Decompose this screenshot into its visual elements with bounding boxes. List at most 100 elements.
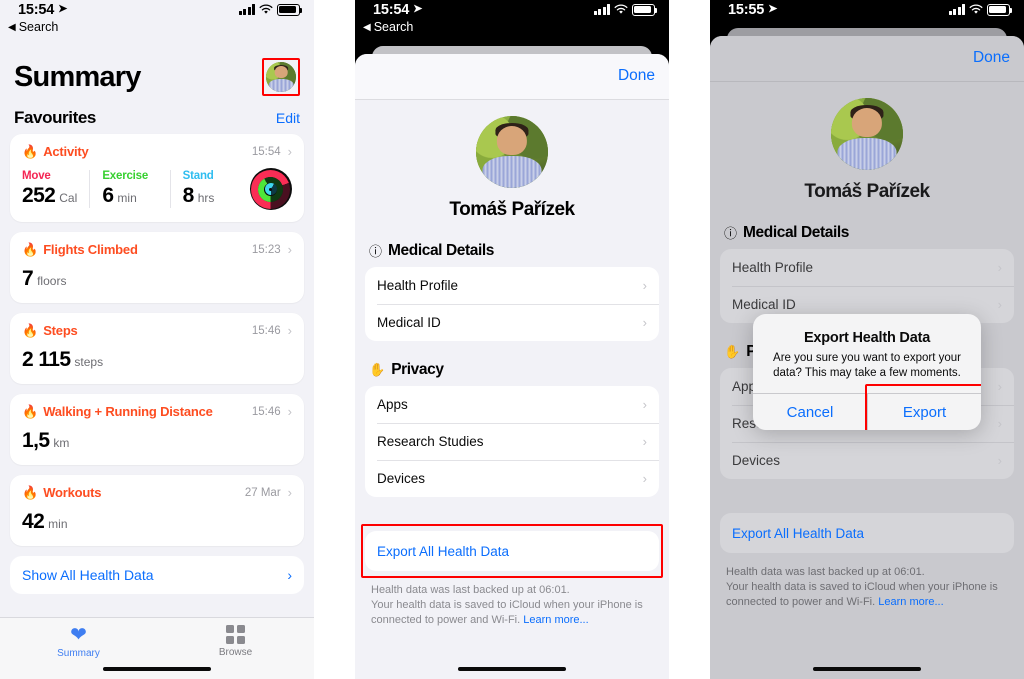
screenshot-stage: 15:54 ➤ ◀ Search Summary Favourites Edit… (0, 0, 1024, 679)
grid-icon (226, 625, 245, 644)
card-unit: km (53, 436, 70, 450)
edit-button[interactable]: Edit (276, 110, 300, 126)
card-title: Flights Climbed (43, 242, 138, 257)
chevron-right-icon: › (287, 485, 292, 500)
battery-icon (987, 4, 1013, 16)
group-header-privacy: ✋ Privacy (355, 341, 669, 386)
export-health-data-dialog: Export Health Data Are you sure you want… (753, 314, 981, 430)
cancel-button[interactable]: Cancel (753, 394, 867, 430)
show-all-health-data-label: Show All Health Data (22, 567, 154, 583)
back-to-search-link[interactable]: ◀ Search (363, 20, 413, 34)
cellular-signal-icon (948, 4, 965, 16)
list-item-devices[interactable]: Devices › (365, 460, 659, 497)
card-unit: min (48, 517, 68, 531)
back-to-search-link[interactable]: ◀ Search (8, 20, 58, 34)
dialog-buttons: Cancel Export (753, 384, 981, 430)
footnote: Health data was last backed up at 06:01.… (355, 571, 669, 628)
status-bar: 15:55 ➤ (710, 0, 1024, 22)
card-walking-running-distance[interactable]: 🔥 Walking + Running Distance 15:46 › 1,5… (10, 394, 304, 465)
home-indicator (458, 667, 566, 671)
dialog-title: Export Health Data (803, 330, 931, 346)
list-medical-details: Health Profile › Medical ID › (720, 249, 1014, 323)
card-timestamp: 15:46 (251, 405, 281, 418)
metric-value: 8 (182, 184, 195, 207)
card-steps[interactable]: 🔥 Steps 15:46 › 2 115 steps (10, 313, 304, 384)
metric-label: Move (22, 170, 51, 182)
metric-stand: Stand 8 hrs (169, 170, 250, 208)
footnote-line-2: Your health data is saved to iCloud when… (726, 581, 998, 593)
status-bar: 15:54 ➤ ◀ Search (355, 0, 669, 40)
export-all-health-data-row[interactable]: Export All Health Data (720, 513, 1014, 553)
battery-icon (277, 4, 303, 16)
metric-exercise: Exercise 6 min (89, 170, 169, 208)
home-indicator (813, 667, 921, 671)
list-item-research-studies[interactable]: Research Studies › (365, 423, 659, 460)
chevron-right-icon: › (287, 323, 292, 338)
card-value: 1,5 (22, 429, 50, 452)
card-activity[interactable]: 🔥 Activity 15:54 › Move 252 Cal Exercise… (10, 134, 304, 222)
group-title: Medical Details (743, 223, 850, 241)
list-item-devices[interactable]: Devices › (720, 442, 1014, 479)
list-item-apps[interactable]: Apps › (365, 386, 659, 423)
tab-browse[interactable]: Browse (157, 625, 314, 658)
profile-sheet-stack: Done Tomáš Pařízek ⓘ Medical Details Hea… (355, 40, 669, 679)
phone-panel-summary: 15:54 ➤ ◀ Search Summary Favourites Edit… (0, 0, 314, 679)
metric-unit: hrs (197, 191, 215, 205)
status-icons (948, 4, 1013, 16)
list-medical-details: Health Profile › Medical ID › (365, 267, 659, 341)
status-time: 15:54 ➤ (373, 2, 423, 18)
list-item-health-profile[interactable]: Health Profile › (720, 249, 1014, 286)
favourites-title: Favourites (14, 108, 96, 127)
phone-panel-profile: 15:54 ➤ ◀ Search Done Tomáš Pařízek ⓘ Me… (355, 0, 669, 679)
learn-more-link[interactable]: Learn more... (878, 596, 943, 608)
list-item-label: Apps (377, 397, 408, 412)
flame-icon: 🔥 (22, 404, 39, 419)
group-title: Privacy (391, 361, 444, 378)
card-workouts[interactable]: 🔥 Workouts 27 Mar › 42 min (10, 475, 304, 546)
profile-name: Tomáš Pařízek (449, 199, 575, 220)
wifi-icon (614, 4, 628, 15)
list-item-health-profile[interactable]: Health Profile › (365, 267, 659, 304)
wifi-icon (969, 4, 983, 15)
card-timestamp: 15:23 (251, 243, 281, 256)
location-arrow-icon: ➤ (768, 3, 778, 15)
list-item-medical-id[interactable]: Medical ID › (365, 304, 659, 341)
wifi-icon (259, 4, 273, 15)
card-unit: floors (37, 274, 67, 288)
card-title: Activity (43, 144, 89, 159)
metric-unit: Cal (59, 191, 78, 205)
chevron-right-icon: › (642, 278, 647, 293)
chevron-right-icon: › (997, 416, 1002, 431)
show-all-health-data-row[interactable]: Show All Health Data › (10, 556, 304, 594)
done-button[interactable]: Done (618, 67, 655, 85)
home-indicator (103, 667, 211, 671)
profile-name: Tomáš Pařízek (804, 181, 930, 202)
location-arrow-icon: ➤ (413, 3, 423, 15)
cellular-signal-icon (593, 4, 610, 16)
chevron-right-icon: › (642, 397, 647, 412)
profile-avatar-button[interactable] (262, 58, 300, 96)
status-time: 15:55 ➤ (728, 2, 778, 18)
back-triangle-icon: ◀ (8, 21, 16, 33)
list-privacy: Apps › Research Studies › Devices › (365, 386, 659, 497)
favourites-card-list: 🔥 Activity 15:54 › Move 252 Cal Exercise… (0, 134, 314, 594)
page-title: Summary (14, 60, 141, 93)
metric-move: Move 252 Cal (22, 170, 89, 208)
avatar (831, 98, 903, 170)
card-value: 7 (22, 267, 34, 290)
card-flights-climbed[interactable]: 🔥 Flights Climbed 15:23 › 7 floors (10, 232, 304, 303)
tab-label: Browse (218, 647, 253, 658)
metric-label: Stand (182, 170, 214, 182)
avatar (476, 116, 548, 188)
learn-more-link[interactable]: Learn more... (523, 614, 588, 626)
chevron-right-icon: › (642, 471, 647, 486)
status-bar: 15:54 ➤ ◀ Search (0, 0, 314, 40)
chevron-right-icon: › (287, 242, 292, 257)
card-timestamp: 15:46 (251, 324, 281, 337)
done-button[interactable]: Done (973, 49, 1010, 67)
tab-summary[interactable]: ❤ Summary (0, 625, 157, 659)
chevron-right-icon: › (997, 297, 1002, 312)
status-time: 15:54 ➤ (18, 2, 68, 18)
card-unit: steps (74, 355, 104, 369)
flame-icon: 🔥 (22, 144, 39, 159)
